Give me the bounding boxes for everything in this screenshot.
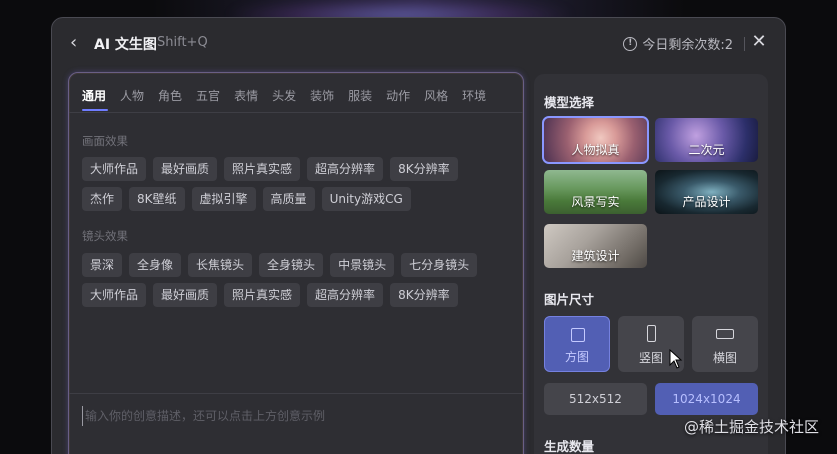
tag-chip[interactable]: 大师作品: [82, 283, 147, 307]
tag-chip[interactable]: 8K分辨率: [390, 283, 458, 307]
info-icon: !: [623, 36, 638, 51]
tab-expression[interactable]: 表情: [234, 87, 258, 109]
model-card-label: 建筑设计: [571, 249, 620, 263]
tab-person[interactable]: 人物: [120, 87, 144, 109]
tag-chip[interactable]: 杰作: [82, 187, 123, 211]
dialog-title: AI 文生图: [94, 37, 157, 53]
shortcut-hint: Shift+Q: [157, 35, 208, 50]
picture-effects-row-1: 大师作品 最好画质 照片真实感 超高分辨率 8K分辨率: [82, 157, 458, 181]
picture-effects-label: 画面效果: [82, 134, 128, 148]
model-card-label: 产品设计: [682, 195, 731, 209]
tab-character[interactable]: 角色: [158, 87, 182, 109]
settings-panel: 模型选择 人物拟真 二次元 风景写实 产品设计 建筑设计 图片尺寸 方图 竖图 …: [534, 74, 768, 454]
tab-action[interactable]: 动作: [386, 87, 410, 109]
tag-chip[interactable]: 长焦镜头: [188, 253, 253, 277]
tag-chip[interactable]: 七分身镜头: [401, 253, 478, 277]
tag-chip[interactable]: 中景镜头: [330, 253, 395, 277]
tag-chip[interactable]: 全身镜头: [259, 253, 324, 277]
tab-facial-features[interactable]: 五官: [196, 87, 220, 109]
tag-chip[interactable]: 虚拟引擎: [191, 187, 256, 211]
tag-chip[interactable]: 最好画质: [153, 283, 218, 307]
tag-chip[interactable]: 8K分辨率: [390, 157, 458, 181]
title-separator: [744, 37, 745, 51]
model-select-label: 模型选择: [544, 95, 595, 110]
model-card-anime[interactable]: 二次元: [655, 118, 758, 162]
picture-effects-row-2: 杰作 8K壁纸 虚拟引擎 高质量 Unity游戏CG: [82, 187, 411, 211]
tab-clothing[interactable]: 服装: [348, 87, 372, 109]
portrait-rect-icon: [647, 325, 656, 342]
tag-chip[interactable]: 景深: [82, 253, 123, 277]
resolution-1024[interactable]: 1024x1024: [655, 383, 758, 415]
camera-effects-label: 镜头效果: [82, 229, 128, 243]
tab-style[interactable]: 风格: [424, 87, 448, 109]
landscape-rect-icon: [716, 329, 734, 339]
screen: ‹ AI 文生图 Shift+Q ! 今日剩余次数:2 ✕ 通用 人物 角色 五…: [0, 0, 837, 454]
tag-chip[interactable]: 全身像: [129, 253, 182, 277]
tag-chip[interactable]: 最好画质: [153, 157, 218, 181]
tab-general[interactable]: 通用: [82, 87, 106, 109]
tag-chip[interactable]: 超高分辨率: [307, 157, 384, 181]
model-card-realistic-portrait[interactable]: 人物拟真: [542, 116, 649, 164]
size-option-label: 方图: [564, 350, 589, 364]
size-option-square[interactable]: 方图: [544, 316, 610, 372]
image-size-label: 图片尺寸: [544, 292, 595, 307]
tag-chip[interactable]: 超高分辨率: [307, 283, 384, 307]
tab-decoration[interactable]: 装饰: [310, 87, 334, 109]
tag-chip[interactable]: 照片真实感: [224, 283, 301, 307]
active-tab-indicator: [82, 109, 108, 111]
model-card-landscape[interactable]: 风景写实: [544, 170, 647, 214]
resolution-512[interactable]: 512x512: [544, 383, 647, 415]
close-icon[interactable]: ✕: [749, 32, 769, 52]
size-option-label: 横图: [712, 351, 737, 365]
ai-text-to-image-dialog: ‹ AI 文生图 Shift+Q ! 今日剩余次数:2 ✕ 通用 人物 角色 五…: [51, 17, 786, 454]
model-card-label: 风景写实: [571, 195, 620, 209]
tag-chip[interactable]: 大师作品: [82, 157, 147, 181]
tab-hair[interactable]: 头发: [272, 87, 296, 109]
quota-text: 今日剩余次数:2: [642, 38, 733, 53]
back-chevron-icon[interactable]: ‹: [70, 33, 90, 53]
square-icon: [571, 328, 585, 342]
model-card-label: 二次元: [688, 143, 725, 157]
input-divider: [69, 393, 523, 394]
tag-chip[interactable]: 高质量: [262, 187, 315, 211]
title-bar: ‹ AI 文生图 Shift+Q ! 今日剩余次数:2 ✕: [52, 18, 785, 70]
tab-environment[interactable]: 环境: [462, 87, 486, 109]
prompt-panel: 通用 人物 角色 五官 表情 头发 装饰 服装 动作 风格 环境 画面效果 大师…: [68, 72, 524, 454]
prompt-input[interactable]: [82, 406, 502, 426]
category-tabs: 通用 人物 角色 五官 表情 头发 装饰 服装 动作 风格 环境: [82, 87, 486, 109]
tag-chip[interactable]: Unity游戏CG: [321, 187, 411, 211]
generate-count-label: 生成数量: [544, 439, 595, 454]
mouse-pointer-icon: [669, 349, 683, 369]
tag-chip[interactable]: 8K壁纸: [129, 187, 185, 211]
model-card-product-design[interactable]: 产品设计: [655, 170, 758, 214]
daily-quota: ! 今日剩余次数:2: [623, 34, 733, 53]
camera-effects-row-1: 景深 全身像 长焦镜头 全身镜头 中景镜头 七分身镜头: [82, 253, 478, 277]
model-card-architecture[interactable]: 建筑设计: [544, 224, 647, 268]
tag-chip[interactable]: 照片真实感: [224, 157, 301, 181]
camera-effects-row-2: 大师作品 最好画质 照片真实感 超高分辨率 8K分辨率: [82, 283, 458, 307]
model-card-label: 人物拟真: [571, 143, 620, 157]
size-option-landscape[interactable]: 横图: [692, 316, 758, 372]
tabs-divider: [69, 112, 523, 113]
watermark: @稀土掘金技术社区: [683, 418, 819, 436]
